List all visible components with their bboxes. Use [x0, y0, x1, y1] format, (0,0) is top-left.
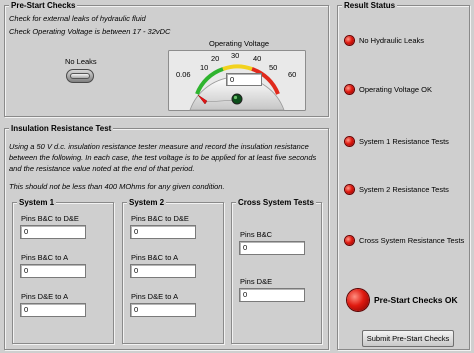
system1-resistance-label: System 1 Resistance Tests — [359, 137, 449, 146]
system2-bc-a-input[interactable]: 0 — [130, 264, 196, 278]
insulation-desc-line3: and the resistance value noted at the en… — [9, 164, 195, 173]
cross-system-title: Cross System Tests — [236, 197, 316, 208]
no-hydraulic-leaks-label: No Hydraulic Leaks — [359, 36, 425, 45]
system2-de-a-label: Pins D&E to A — [131, 292, 179, 301]
system2-title: System 2 — [127, 197, 167, 208]
system1-bc-de-input[interactable]: 0 — [20, 225, 86, 239]
system2-resistance-label: System 2 Resistance Tests — [359, 185, 449, 194]
gauge-tick-50: 50 — [269, 63, 278, 72]
operating-voltage-label: Operating Voltage — [209, 39, 270, 48]
prestart-note-voltage: Check Operating Voltage is between 17 - … — [9, 27, 171, 36]
gauge-value-display: 0 — [226, 73, 262, 86]
system1-de-a-label: Pins D&E to A — [21, 292, 69, 301]
system1-bc-de-label: Pins B&C to D&E — [21, 214, 79, 223]
system1-title: System 1 — [17, 197, 57, 208]
system2-bc-de-label: Pins B&C to D&E — [131, 214, 189, 223]
insulation-desc-line1: Using a 50 V d.c. insulation resistance … — [9, 142, 309, 151]
prestart-title: Pre-Start Checks — [9, 0, 78, 11]
gauge-tick-60: 60 — [288, 70, 297, 79]
system1-resistance-led — [345, 137, 354, 146]
result-status-title: Result Status — [342, 0, 398, 11]
cross-system-resistance-led — [345, 236, 354, 245]
prestart-checks-ok-led — [347, 289, 369, 311]
operating-voltage-ok-label: Operating Voltage OK — [359, 85, 432, 94]
insulation-title: Insulation Resistance Test — [9, 123, 114, 134]
cross-system-resistance-label: Cross System Resistance Tests — [359, 236, 465, 245]
submit-prestart-checks-button[interactable]: Submit Pre-Start Checks — [362, 330, 454, 347]
cross-bc-label: Pins B&C — [240, 230, 273, 239]
operating-voltage-ok-led — [345, 85, 354, 94]
gauge-tick-10: 10 — [200, 63, 209, 72]
insulation-desc-line2: between the following. In each case, the… — [9, 153, 317, 162]
operating-voltage-gauge: 0.06 10 20 30 40 50 60 0 — [168, 50, 306, 111]
cross-bc-input[interactable]: 0 — [239, 241, 305, 255]
no-leaks-label: No Leaks — [65, 57, 97, 66]
system1-bc-a-input[interactable]: 0 — [20, 264, 86, 278]
cross-de-input[interactable]: 0 — [239, 288, 305, 302]
no-leaks-toggle[interactable] — [66, 69, 94, 83]
system2-de-a-input[interactable]: 0 — [130, 303, 196, 317]
system2-resistance-led — [345, 185, 354, 194]
gauge-tick-0: 0.06 — [176, 70, 191, 79]
system2-bc-a-label: Pins B&C to A — [131, 253, 179, 262]
prestart-note-leaks: Check for external leaks of hydraulic fl… — [9, 14, 146, 23]
no-hydraulic-leaks-led — [345, 36, 354, 45]
toggle-knob — [70, 73, 90, 79]
insulation-desc-line4: This should not be less than 400 MOhms f… — [9, 182, 225, 191]
gauge-tick-40: 40 — [253, 54, 262, 63]
cross-system-panel: Cross System Tests — [231, 197, 322, 344]
system1-de-a-input[interactable]: 0 — [20, 303, 86, 317]
gauge-tick-20: 20 — [211, 54, 220, 63]
prestart-checks-ok-label: Pre-Start Checks OK — [374, 295, 458, 305]
system2-bc-de-input[interactable]: 0 — [130, 225, 196, 239]
system1-bc-a-label: Pins B&C to A — [21, 253, 69, 262]
gauge-tick-30: 30 — [231, 51, 240, 60]
cross-de-label: Pins D&E — [240, 277, 273, 286]
